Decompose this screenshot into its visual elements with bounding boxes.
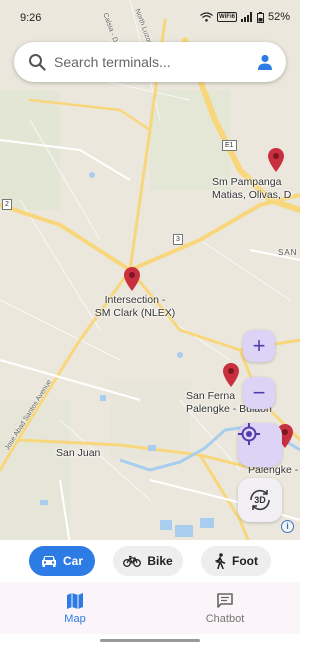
- terminal-pin-san-fernando[interactable]: [223, 363, 239, 387]
- search-bar[interactable]: [14, 42, 286, 82]
- nav-map[interactable]: Map: [0, 582, 150, 634]
- wifi-icon: [200, 12, 213, 22]
- route-shield-2: 2: [2, 199, 12, 210]
- gesture-bar-area: [0, 634, 300, 650]
- place-label-line: SM Clark (NLEX): [94, 307, 176, 319]
- wifi6-badge: WiFi6: [217, 12, 237, 22]
- chat-icon: [217, 592, 233, 608]
- car-icon: [41, 556, 56, 567]
- rotate-3d-icon: [250, 489, 270, 511]
- mode-car-label: Car: [62, 554, 83, 568]
- mode-foot-button[interactable]: Foot: [201, 546, 271, 576]
- bottom-navigation: Map Chatbot: [0, 582, 300, 634]
- gesture-handle[interactable]: [100, 639, 200, 642]
- place-label-line: Matias, Olivas, D: [212, 189, 292, 201]
- crosshair-icon: [238, 423, 260, 445]
- nav-map-label: Map: [64, 612, 86, 625]
- mode-car-button[interactable]: Car: [29, 546, 95, 576]
- zoom-in-button[interactable]: +: [243, 330, 275, 362]
- map-icon: [67, 592, 83, 609]
- battery-percent: 52%: [267, 11, 290, 23]
- route-shield-3: 3: [173, 234, 183, 245]
- place-label-san-juan: San Juan: [56, 447, 101, 459]
- screen: Calsia - Do North Luzon Jose Abad Santos…: [0, 0, 300, 650]
- profile-icon[interactable]: [256, 53, 274, 71]
- status-bar: 9:26 WiFi6 52%: [0, 0, 300, 36]
- search-input[interactable]: [54, 50, 249, 74]
- bike-icon: [123, 555, 142, 567]
- mode-bike-button[interactable]: Bike: [113, 546, 183, 576]
- search-icon[interactable]: [28, 53, 46, 71]
- walk-icon: [215, 553, 226, 569]
- my-location-button[interactable]: [238, 423, 282, 467]
- map-info-button[interactable]: i: [281, 520, 294, 533]
- signal-icon: [240, 12, 252, 22]
- place-label-line: Sm Pampanga: [212, 176, 282, 188]
- status-time: 9:26: [20, 12, 42, 24]
- 3d-view-button[interactable]: 3D: [238, 478, 282, 522]
- place-label-line: Intersection -: [104, 294, 166, 306]
- nav-chatbot-label: Chatbot: [205, 612, 245, 625]
- mode-bike-label: Bike: [147, 554, 173, 568]
- mode-foot-label: Foot: [232, 554, 258, 568]
- place-label-intersection: Intersection - SM Clark (NLEX): [90, 294, 180, 320]
- status-icons: WiFi6 52%: [200, 11, 290, 23]
- terminal-pin-intersection[interactable]: [124, 267, 140, 291]
- battery-icon: [256, 11, 264, 23]
- zoom-out-button[interactable]: −: [243, 377, 275, 409]
- transport-mode-bar: Car Bike Foot: [0, 540, 300, 582]
- nav-chatbot[interactable]: Chatbot: [150, 582, 300, 634]
- route-shield-e1: E1: [222, 140, 237, 151]
- terminal-pin-sm-pampanga[interactable]: [268, 148, 284, 172]
- place-label-sm-pampanga: Sm Pampanga Matias, Olivas, D: [212, 176, 291, 202]
- place-label-san-partial: SAN: [278, 248, 298, 257]
